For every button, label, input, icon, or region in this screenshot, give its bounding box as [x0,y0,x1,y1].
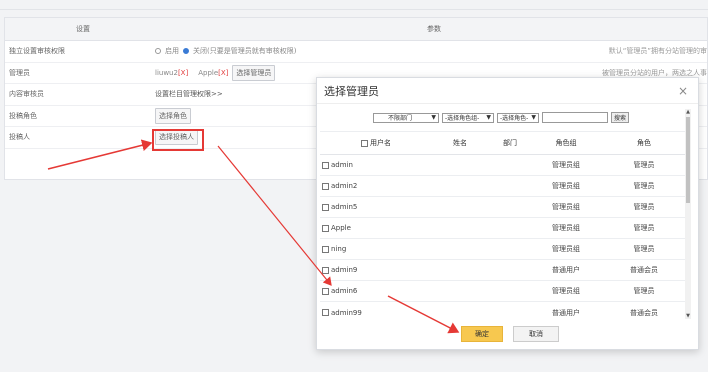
select-all-checkbox[interactable] [361,139,368,147]
select-admin-dialog: 选择管理员 × 不限部门 ▼ -选择角色组- ▼ -选择角色- ▼ 搜索 用户名 姓名… [316,77,699,350]
radio-enable[interactable] [155,48,161,55]
top-strip [0,0,708,10]
settings-note: 默认“管理员”拥有分站管理的审 [608,47,707,56]
radio-disable[interactable] [183,48,189,55]
settings-label: 投稿人 [9,133,30,142]
col-role: 角色 [637,139,651,147]
settings-row-audit: 独立设置审核权限 启用 关闭(只要是管理员就有审核权限) 默认“管理员”拥有分站… [5,41,707,63]
remove-user-link[interactable]: [X] [178,69,188,77]
filter-bar: 不限部门 ▼ -选择角色组- ▼ -选择角色- ▼ 搜索 [373,112,630,123]
table-row[interactable]: admin99 普通用户 普通会员 [320,302,686,323]
admin-table: 用户名 姓名 部门 角色组 角色 admin 管理员组 管理员 admin2 管理员组… [320,131,686,323]
table-row[interactable]: admin2 管理员组 管理员 [320,176,686,197]
table-row[interactable]: Apple 管理员组 管理员 [320,218,686,239]
settings-header: 设置 参数 [5,18,707,41]
scrollbar-thumb[interactable] [686,117,690,203]
settings-label: 独立设置审核权限 [9,47,65,56]
scroll-up-icon[interactable]: ▲ [685,109,691,115]
dialog-title: 选择管理员 [317,78,698,104]
remove-user-link[interactable]: [X] [218,69,228,77]
radio-disable-label: 关闭(只要是管理员就有审核权限) [193,47,297,56]
scroll-down-icon[interactable]: ▼ [685,313,691,319]
table-header: 用户名 姓名 部门 角色组 角色 [320,131,686,155]
row-checkbox[interactable] [322,287,329,295]
table-row[interactable]: admin5 管理员组 管理员 [320,197,686,218]
col-name: 姓名 [453,139,467,147]
col-params-header: 参数 [427,25,441,33]
dept-select[interactable]: 不限部门 ▼ [373,112,439,123]
table-row[interactable]: admin 管理员组 管理员 [320,155,686,176]
chevron-down-icon: ▼ [431,114,436,121]
select-admin-button[interactable]: 选择管理员 [232,64,276,81]
table-scrollbar[interactable]: ▲ ▼ [685,109,691,319]
highlight-box [152,129,204,151]
row-checkbox[interactable] [322,245,329,253]
select-role-button[interactable]: 选择角色 [155,107,191,124]
settings-label: 管理员 [9,68,30,77]
role-group-select[interactable]: -选择角色组- ▼ [442,112,494,123]
search-button[interactable]: 搜索 [611,112,630,123]
row-checkbox[interactable] [322,224,329,232]
close-icon[interactable]: × [678,84,688,98]
table-row[interactable]: admin9 普通用户 普通会员 [320,260,686,281]
admin-user-tag: liuwu2[X] [155,68,189,77]
radio-enable-label: 启用 [165,47,179,56]
role-select[interactable]: -选择角色- ▼ [497,112,539,123]
row-checkbox[interactable] [322,161,329,169]
settings-label: 投稿角色 [9,111,37,120]
ok-button[interactable]: 确定 [461,326,503,342]
admin-user-tag: Apple[X] [198,68,229,77]
row-checkbox[interactable] [322,203,329,211]
chevron-down-icon: ▼ [486,114,491,121]
row-checkbox[interactable] [322,266,329,274]
row-checkbox[interactable] [322,182,329,190]
col-username: 用户名 [370,139,391,147]
col-group: 角色组 [555,139,577,147]
settings-label: 内容审核员 [9,90,44,99]
row-checkbox[interactable] [322,309,329,316]
cancel-button[interactable]: 取消 [513,326,559,342]
table-row[interactable]: admin6 管理员组 管理员 [320,281,686,302]
chevron-down-icon: ▼ [531,114,536,121]
keyword-input[interactable] [542,112,608,123]
col-setting-header: 设置 [76,25,90,33]
set-column-permission-link[interactable]: 设置栏目管理权限>> [155,89,223,99]
table-row[interactable]: ning 管理员组 管理员 [320,239,686,260]
col-dept: 部门 [503,139,517,147]
